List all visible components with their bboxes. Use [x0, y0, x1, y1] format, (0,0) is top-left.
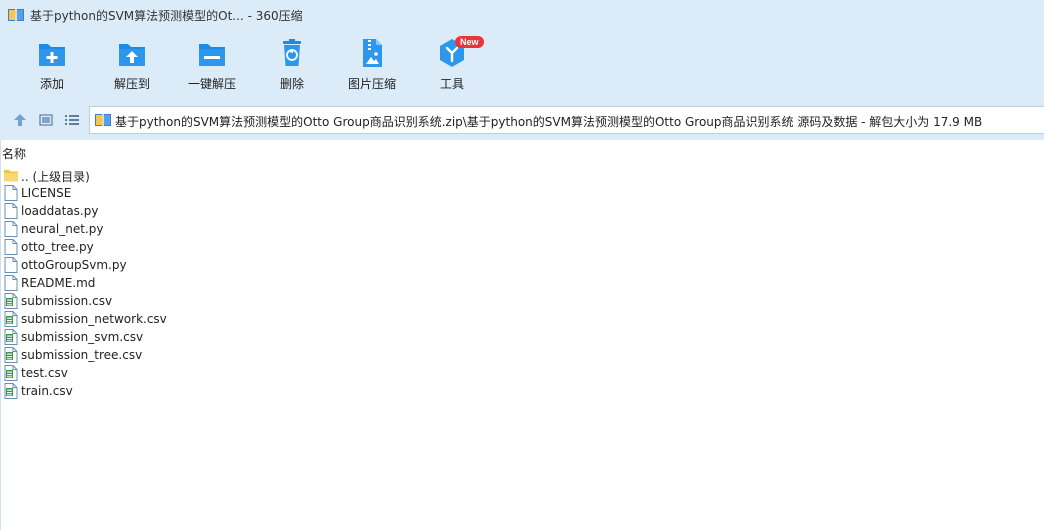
- extract-to-icon: [117, 38, 147, 68]
- file-icon: [4, 185, 18, 201]
- csv-file-icon: [4, 365, 18, 381]
- file-name: loaddatas.py: [21, 204, 99, 218]
- file-icon: [4, 239, 18, 255]
- one-click-extract-button[interactable]: 一键解压: [177, 38, 247, 92]
- file-row[interactable]: LICENSE: [0, 184, 1044, 202]
- file-icon: [4, 257, 18, 273]
- delete-button[interactable]: 删除: [257, 38, 327, 92]
- address-bar: 基于python的SVM算法预测模型的Otto Group商品识别系统.zip\…: [0, 100, 1044, 140]
- csv-file-icon: [4, 347, 18, 363]
- new-badge: New: [455, 36, 484, 48]
- file-name: submission_tree.csv: [21, 348, 143, 362]
- delete-icon: [277, 38, 307, 68]
- file-row[interactable]: loaddatas.py: [0, 202, 1044, 220]
- image-compress-label: 图片压缩: [347, 77, 396, 91]
- file-row[interactable]: train.csv: [0, 382, 1044, 400]
- file-list: .. (上级目录) LICENSE loaddatas.py neural_net.p…: [0, 166, 1044, 400]
- csv-file-icon: [4, 293, 18, 309]
- file-name: LICENSE: [21, 186, 72, 200]
- tools-button[interactable]: New 工具: [417, 36, 487, 92]
- one-click-extract-label: 一键解压: [187, 77, 236, 91]
- zip-app-icon: [8, 9, 24, 21]
- file-row[interactable]: .. (上级目录): [0, 166, 1044, 184]
- zip-file-icon: [95, 114, 111, 126]
- extract-to-label: 解压到: [113, 77, 150, 91]
- image-compress-icon: [357, 38, 387, 68]
- thumbnail-view-icon[interactable]: [38, 112, 54, 128]
- title-bar: 基于python的SVM算法预测模型的Ot... - 360压缩: [0, 0, 1044, 30]
- file-name: neural_net.py: [21, 222, 104, 236]
- file-row[interactable]: submission_tree.csv: [0, 346, 1044, 364]
- file-row[interactable]: ottoGroupSvm.py: [0, 256, 1044, 274]
- csv-file-icon: [4, 329, 18, 345]
- window-title: 基于python的SVM算法预测模型的Ot... - 360压缩: [30, 9, 303, 23]
- column-header-name[interactable]: 名称: [2, 145, 26, 162]
- file-name: submission_svm.csv: [21, 330, 144, 344]
- file-name: train.csv: [21, 384, 73, 398]
- image-compress-button[interactable]: 图片压缩: [337, 38, 407, 92]
- tools-label: 工具: [439, 77, 464, 91]
- list-view-icon[interactable]: [64, 112, 80, 128]
- file-row[interactable]: submission_network.csv: [0, 310, 1044, 328]
- toolbar: 添加 解压到 一键解压 删除 图片压缩 New 工具: [0, 30, 1044, 100]
- file-row[interactable]: test.csv: [0, 364, 1044, 382]
- file-name: .. (上级目录): [21, 170, 90, 184]
- file-name: ottoGroupSvm.py: [21, 258, 127, 272]
- add-label: 添加: [39, 77, 64, 91]
- list-header: 名称: [0, 142, 1044, 162]
- up-arrow-icon[interactable]: [12, 112, 28, 128]
- file-name: README.md: [21, 276, 96, 290]
- add-button[interactable]: 添加: [17, 38, 87, 92]
- file-row[interactable]: README.md: [0, 274, 1044, 292]
- add-folder-icon: [37, 38, 67, 68]
- file-row[interactable]: otto_tree.py: [0, 238, 1044, 256]
- file-icon: [4, 203, 18, 219]
- file-row[interactable]: neural_net.py: [0, 220, 1044, 238]
- folder-icon: [4, 167, 18, 183]
- file-name: test.csv: [21, 366, 68, 380]
- csv-file-icon: [4, 311, 18, 327]
- delete-label: 删除: [279, 77, 304, 91]
- one-click-extract-icon: [197, 38, 227, 68]
- file-name: otto_tree.py: [21, 240, 94, 254]
- address-path: 基于python的SVM算法预测模型的Otto Group商品识别系统.zip\…: [115, 115, 983, 129]
- file-name: submission.csv: [21, 294, 113, 308]
- file-row[interactable]: submission.csv: [0, 292, 1044, 310]
- extract-to-button[interactable]: 解压到: [97, 38, 167, 92]
- address-field[interactable]: 基于python的SVM算法预测模型的Otto Group商品识别系统.zip\…: [89, 106, 1044, 134]
- csv-file-icon: [4, 383, 18, 399]
- file-row[interactable]: submission_svm.csv: [0, 328, 1044, 346]
- file-icon: [4, 275, 18, 291]
- file-name: submission_network.csv: [21, 312, 167, 326]
- file-icon: [4, 221, 18, 237]
